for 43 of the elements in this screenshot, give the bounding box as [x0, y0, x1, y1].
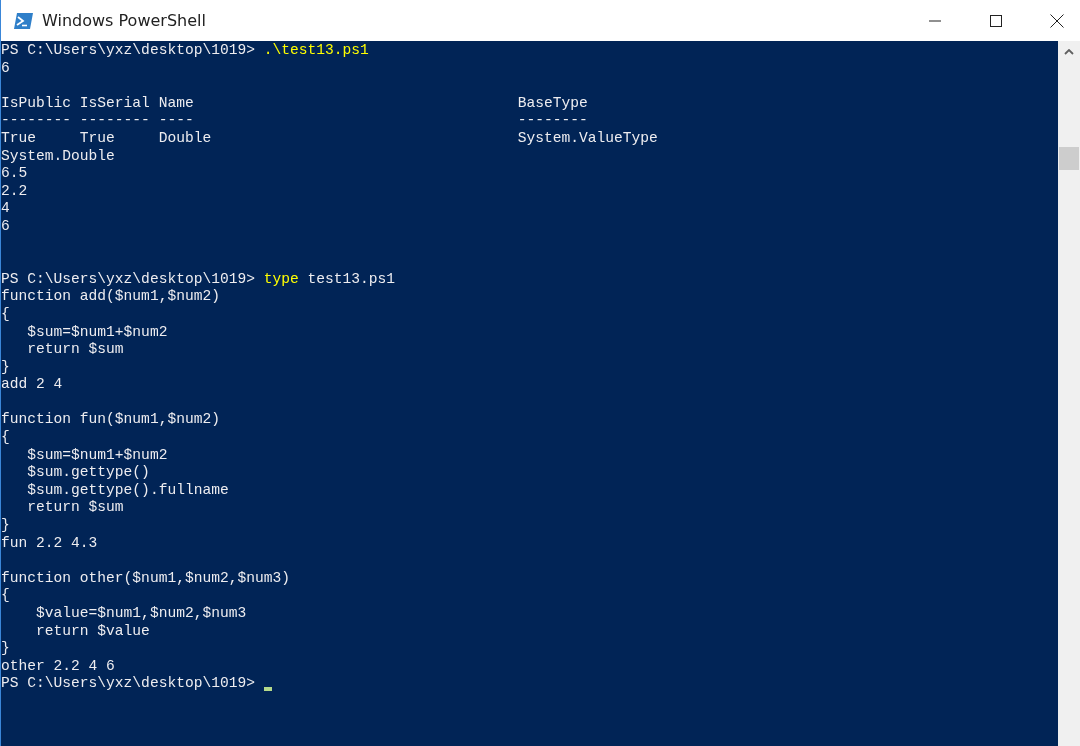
output-line: 6 — [1, 217, 10, 236]
maximize-icon — [990, 14, 1002, 27]
minimize-icon — [929, 19, 941, 22]
output-line: 6.5 — [1, 165, 28, 183]
scrollbar-thumb[interactable] — [1059, 147, 1079, 170]
close-icon — [1050, 13, 1064, 28]
command-text: .\test13.ps1 — [263, 42, 369, 60]
output-line: return $sum — [26, 341, 124, 359]
output-line: 6 — [1, 59, 10, 78]
prompt-text: PS C:\Users\yxz\desktop\1019> — [1, 270, 256, 289]
powershell-icon — [13, 11, 34, 30]
output-line: return $value — [35, 622, 150, 641]
window-title: Windows PowerShell — [42, 11, 206, 30]
output-line: { — [1, 587, 10, 605]
chevron-up-icon — [1064, 49, 1074, 55]
output-line: } — [1, 640, 10, 658]
output-line: $sum.gettype().fullname — [26, 481, 229, 500]
output-line: return $sum — [26, 499, 124, 518]
output-line: function add($num1,$num2) — [1, 288, 220, 306]
output-line: other 2.2 4 6 — [1, 657, 115, 676]
output-line: { — [1, 305, 10, 324]
output-line: $sum.gettype() — [26, 464, 150, 482]
output-line: IsPublic IsSerial Name BaseType — [1, 94, 588, 113]
output-line: function other($num1,$num2,$num3) — [1, 569, 290, 588]
output-line: add 2 4 — [1, 376, 63, 394]
prompt-text: PS C:\Users\yxz\desktop\1019> — [1, 675, 256, 693]
output-line: $sum=$num1+$num2 — [26, 446, 168, 465]
output-line: } — [1, 517, 10, 535]
output-line: { — [1, 429, 10, 447]
output-line: fun 2.2 4.3 — [1, 534, 98, 553]
command-argument: test13.ps1 — [306, 270, 396, 289]
output-line: $sum=$num1+$num2 — [26, 323, 168, 342]
output-line: -------- -------- ---- -------- — [1, 112, 588, 130]
output-line: 4 — [1, 200, 10, 218]
output-line: function fun($num1,$num2) — [1, 411, 220, 430]
output-line: } — [1, 358, 10, 377]
command-text: type — [263, 270, 299, 289]
output-line: System.Double — [1, 147, 115, 166]
prompt-text: PS C:\Users\yxz\desktop\1019> — [1, 42, 256, 60]
scrollbar[interactable] — [1058, 41, 1080, 746]
output-line: True True Double System.ValueType — [1, 129, 658, 148]
output-line: 2.2 — [1, 182, 28, 201]
output-line: $value=$num1,$num2,$num3 — [35, 605, 247, 623]
